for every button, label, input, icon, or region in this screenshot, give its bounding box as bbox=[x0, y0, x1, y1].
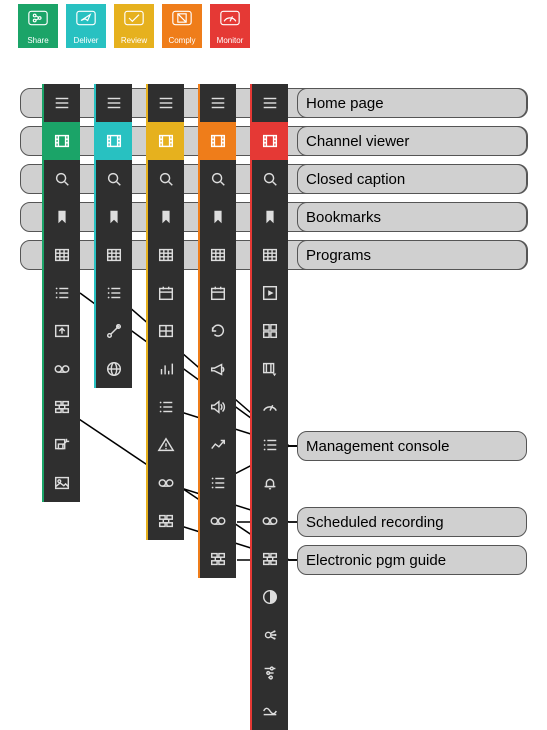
toolbar-review bbox=[146, 84, 184, 540]
bookmark-icon[interactable] bbox=[96, 198, 132, 236]
grid-icon[interactable] bbox=[96, 236, 132, 274]
voicemail-icon[interactable] bbox=[252, 502, 288, 540]
menu-icon[interactable] bbox=[148, 84, 184, 122]
grid-icon[interactable] bbox=[44, 236, 80, 274]
list-icon[interactable] bbox=[44, 274, 80, 312]
list-icon[interactable] bbox=[252, 426, 288, 464]
menu-icon[interactable] bbox=[44, 84, 80, 122]
grid-icon[interactable] bbox=[200, 236, 236, 274]
menu-icon[interactable] bbox=[96, 84, 132, 122]
gauge-icon[interactable] bbox=[252, 388, 288, 426]
wave-icon[interactable] bbox=[252, 692, 288, 730]
list-icon[interactable] bbox=[148, 388, 184, 426]
alert-icon[interactable] bbox=[148, 426, 184, 464]
film-icon[interactable] bbox=[44, 122, 80, 160]
search-icon[interactable] bbox=[96, 160, 132, 198]
bricks-icon[interactable] bbox=[252, 540, 288, 578]
volume-icon[interactable] bbox=[200, 388, 236, 426]
cal-icon[interactable] bbox=[148, 274, 184, 312]
bricks-icon[interactable] bbox=[148, 502, 184, 540]
bookmark-icon[interactable] bbox=[200, 198, 236, 236]
bell-icon[interactable] bbox=[252, 464, 288, 502]
bricks-icon[interactable] bbox=[200, 540, 236, 578]
voicemail-icon[interactable] bbox=[44, 350, 80, 388]
grid-icon[interactable] bbox=[252, 236, 288, 274]
filter-icon[interactable] bbox=[252, 654, 288, 692]
search-icon[interactable] bbox=[148, 160, 184, 198]
filmlock-icon[interactable] bbox=[252, 350, 288, 388]
contrast-icon[interactable] bbox=[252, 578, 288, 616]
refresh-icon[interactable] bbox=[200, 312, 236, 350]
bookmark-icon[interactable] bbox=[44, 198, 80, 236]
play-icon[interactable] bbox=[252, 274, 288, 312]
list-icon[interactable] bbox=[96, 274, 132, 312]
globe-icon[interactable] bbox=[96, 350, 132, 388]
search-icon[interactable] bbox=[252, 160, 288, 198]
list-icon[interactable] bbox=[200, 464, 236, 502]
voicemail-icon[interactable] bbox=[200, 502, 236, 540]
bars-icon[interactable] bbox=[148, 350, 184, 388]
bricks-icon[interactable] bbox=[44, 388, 80, 426]
search-icon[interactable] bbox=[200, 160, 236, 198]
image-icon[interactable] bbox=[44, 464, 80, 502]
toolbar-deliver bbox=[94, 84, 132, 388]
grid4-icon[interactable] bbox=[252, 312, 288, 350]
boxarrow-icon[interactable] bbox=[44, 426, 80, 464]
search-icon[interactable] bbox=[44, 160, 80, 198]
film-icon[interactable] bbox=[96, 122, 132, 160]
bookmark-icon[interactable] bbox=[252, 198, 288, 236]
menu-icon[interactable] bbox=[252, 84, 288, 122]
film-icon[interactable] bbox=[200, 122, 236, 160]
grid-icon[interactable] bbox=[148, 236, 184, 274]
bookmark-icon[interactable] bbox=[148, 198, 184, 236]
film-icon[interactable] bbox=[252, 122, 288, 160]
toolbar-comply bbox=[198, 84, 236, 578]
sliders-icon[interactable] bbox=[252, 616, 288, 654]
voicemail-icon[interactable] bbox=[148, 464, 184, 502]
cal-icon[interactable] bbox=[200, 274, 236, 312]
toolbar-monitor bbox=[250, 84, 288, 730]
export-icon[interactable] bbox=[44, 312, 80, 350]
route-icon[interactable] bbox=[96, 312, 132, 350]
megaphone-icon[interactable] bbox=[200, 350, 236, 388]
table-icon[interactable] bbox=[148, 312, 184, 350]
menu-icon[interactable] bbox=[200, 84, 236, 122]
film-icon[interactable] bbox=[148, 122, 184, 160]
trend-icon[interactable] bbox=[200, 426, 236, 464]
toolbar-share bbox=[42, 84, 80, 502]
